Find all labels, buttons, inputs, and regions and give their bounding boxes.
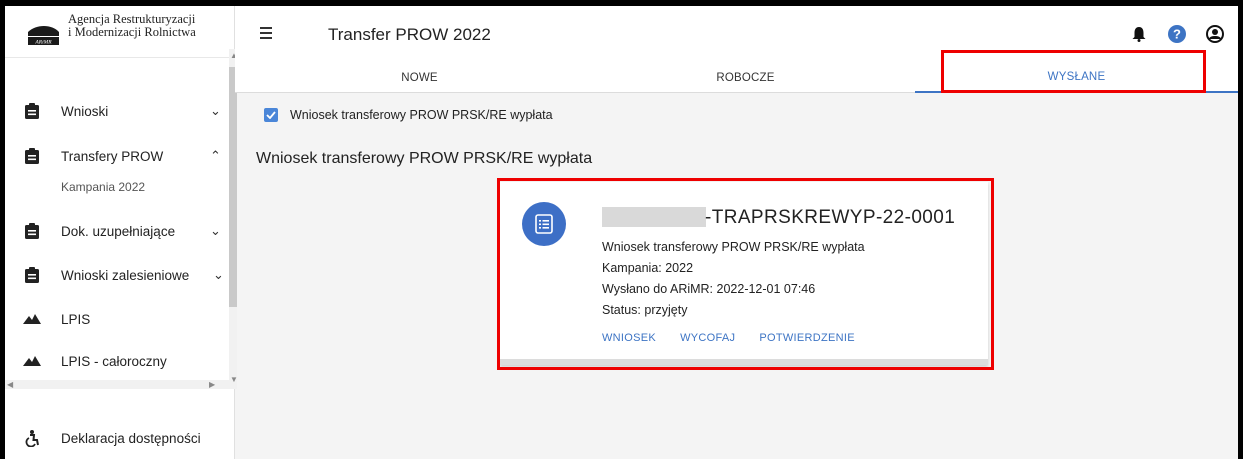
header-actions: ? [1126,23,1228,45]
sidebar-item-label: Wnioski [61,103,109,119]
sidebar: ARiMR Agencja Restrukturyzacji i Moderni… [5,6,238,459]
sidebar-item-label: Transfery PROW [61,148,164,164]
sidebar-horizontal-scrollbar[interactable]: ◀ ▶ [5,380,229,389]
clipboard-icon [22,146,42,166]
document-list-icon [522,202,566,246]
application-card: -TRAPRSKREWYP-22-0001 Wniosek transferow… [500,182,988,365]
scrollbar-thumb[interactable] [229,67,237,307]
logo-text: Agencja Restrukturyzacji i Modernizacji … [68,13,196,39]
menu-icon-line [260,32,272,34]
chevron-down-icon: ⌄ [210,223,221,238]
tabs-bar: NOWE ROBOCZE WYSŁANE [235,63,1238,93]
sidebar-item-wnioski-zalesieniowe[interactable]: Wnioski zalesieniowe ⌄ [5,255,233,295]
application-status: Status: przyjęty [602,303,688,317]
section-title: Wniosek transferowy PROW PRSK/RE wypłata [256,150,593,167]
wniosek-button[interactable]: WNIOSEK [602,332,656,344]
tab-nowe[interactable]: NOWE [261,63,578,93]
sidebar-item-label: Wnioski zalesieniowe [61,267,190,283]
mountain-icon [22,309,42,329]
arimr-logo-icon: ARiMR [28,26,59,46]
sidebar-vertical-scrollbar[interactable]: ▲ ▼ [229,49,238,389]
chevron-down-icon: ⌄ [213,267,224,282]
sidebar-item-label: LPIS - całoroczny [61,353,167,369]
application-campaign: Kampania: 2022 [602,261,694,275]
potwierdzenie-button[interactable]: POTWIERDZENIE [759,332,855,344]
app-window: ARiMR Agencja Restrukturyzacji i Moderni… [5,6,1238,459]
sidebar-item-label: Deklaracja dostępności [61,430,201,446]
filter-checkbox-row[interactable]: Wniosek transferowy PROW PRSK/RE wypłata [264,105,553,125]
page-title: Transfer PROW 2022 [328,25,491,44]
clipboard-icon [22,265,42,285]
clipboard-icon [22,221,42,241]
sidebar-item-label: LPIS [61,311,91,327]
sidebar-subitem-kampania-2022[interactable]: Kampania 2022 [61,180,145,194]
clipboard-icon [22,101,42,121]
filter-checkbox-label: Wniosek transferowy PROW PRSK/RE wypłata [290,108,553,122]
application-type: Wniosek transferowy PROW PRSK/RE wypłata [602,240,865,254]
mountain-icon [22,351,42,371]
logo-line-2: i Modernizacji Rolnictwa [68,25,196,39]
tab-wyslane[interactable]: WYSŁANE [915,63,1238,93]
sidebar-item-dok-uzupelniajace[interactable]: Dok. uzupełniające ⌄ [5,211,233,251]
filter-checkbox[interactable] [264,108,278,122]
redacted-id-prefix [602,207,706,227]
check-icon [266,111,276,119]
chevron-up-icon: ⌃ [210,148,221,163]
sidebar-item-deklaracja-dostepnosci[interactable]: Deklaracja dostępności [5,418,233,458]
sidebar-item-lpis[interactable]: LPIS [5,299,233,339]
help-icon[interactable]: ? [1164,23,1190,45]
tab-robocze[interactable]: ROBOCZE [578,63,913,93]
scroll-down-arrow-icon[interactable]: ▼ [230,375,238,384]
top-app-bar: Transfer PROW 2022 ? [235,6,1238,63]
accessibility-icon [22,428,42,448]
scroll-left-arrow-icon[interactable]: ◀ [7,380,13,389]
application-sent-date: Wysłano do ARiMR: 2022-12-01 07:46 [602,282,816,296]
application-number: -TRAPRSKREWYP-22-0001 [705,207,956,228]
scroll-right-arrow-icon[interactable]: ▶ [209,380,215,389]
sidebar-item-label: Dok. uzupełniające [61,223,176,239]
sidebar-item-transfery-prow[interactable]: Transfery PROW ⌃ [5,136,233,176]
card-actions: WNIOSEK WYCOFAJ POTWIERDZENIE [602,332,855,344]
bell-icon[interactable] [1126,23,1152,45]
menu-button[interactable] [257,22,281,44]
chevron-down-icon: ⌄ [210,103,221,118]
svg-text:?: ? [1173,27,1181,42]
sidebar-item-lpis-caloroczny[interactable]: LPIS - całoroczny [5,341,233,381]
menu-icon-line [260,27,272,29]
wycofaj-button[interactable]: WYCOFAJ [680,332,735,344]
svg-text:ARiMR: ARiMR [34,40,52,46]
account-icon[interactable] [1202,23,1228,45]
arimr-logo[interactable]: ARiMR Agencja Restrukturyzacji i Moderni… [5,6,235,58]
menu-icon-line [260,37,272,39]
sidebar-item-wnioski[interactable]: Wnioski ⌄ [5,91,233,131]
